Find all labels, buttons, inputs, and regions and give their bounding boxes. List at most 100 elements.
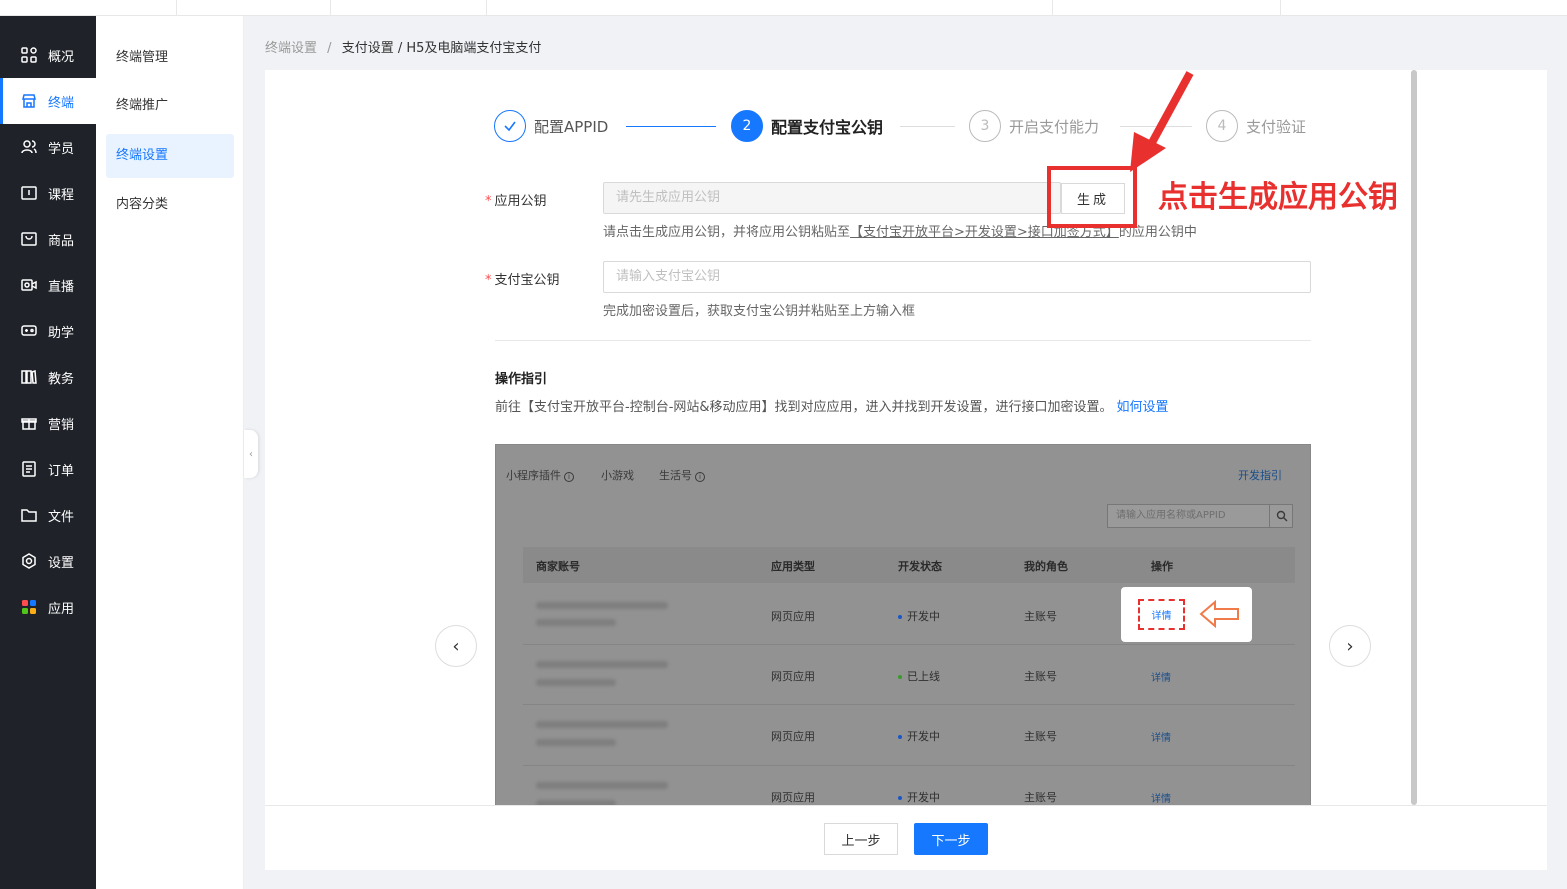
shot-search-input: 请输入应用名称或APPID	[1107, 504, 1293, 528]
subnav-item-terminal-manage[interactable]: 终端管理	[106, 36, 234, 80]
shot-tab: 小游戏	[601, 469, 634, 482]
step-label: 配置APPID	[534, 117, 609, 136]
nav-label: 商品	[48, 233, 75, 249]
subnav-item-content-category[interactable]: 内容分类	[106, 183, 234, 227]
guide-screenshot: 小程序插件 i 小游戏 生活号 i 开发指引 请输入应用名称或APPID 商家账号 …	[495, 444, 1311, 806]
step-number: 2	[731, 110, 763, 142]
nav-label: 文件	[48, 509, 75, 525]
nav-label: 直播	[48, 279, 75, 295]
shot-col: 我的角色	[1024, 560, 1068, 573]
shot-col: 开发状态	[898, 560, 942, 573]
nav-label: 终端	[48, 95, 75, 111]
footer-bar	[265, 805, 1547, 870]
live-icon	[20, 276, 38, 294]
folder-icon	[20, 506, 38, 524]
nav-item-terminal[interactable]: 终端	[0, 78, 96, 124]
nav-item-orders[interactable]: 订单	[0, 446, 96, 492]
shot-cell: 网页应用	[771, 670, 815, 683]
step-number: 3	[969, 110, 1001, 142]
blurred-account	[536, 679, 616, 686]
blurred-account	[536, 782, 668, 789]
shot-status: 开发中	[898, 789, 940, 805]
step-number: 4	[1206, 110, 1238, 142]
shot-col: 商家账号	[536, 560, 580, 573]
shot-status: 已上线	[898, 668, 940, 684]
help-icon: i	[695, 472, 705, 482]
app-key-input[interactable]: 请先生成应用公钥	[603, 182, 1061, 214]
shot-tab: 小程序插件 i	[506, 467, 574, 483]
blurred-account	[536, 619, 616, 626]
nav-item-apps[interactable]: 应用	[0, 584, 96, 630]
nav-item-settings[interactable]: 设置	[0, 538, 96, 584]
carousel-next-button[interactable]: ›	[1329, 625, 1371, 667]
breadcrumb-current: 支付设置 / H5及电脑端支付宝支付	[341, 41, 542, 56]
app-key-label: * 应用公钥	[485, 194, 547, 209]
shot-col: 操作	[1151, 560, 1173, 573]
main-sidebar: 概况 终端 学员 课程 商品 直播 助学 教务 营销 订单 文件 设置 应用	[0, 16, 96, 889]
course-icon	[20, 184, 38, 202]
prev-step-button[interactable]: 上一步	[824, 823, 898, 855]
nav-label: 助学	[48, 325, 75, 341]
check-icon	[494, 110, 526, 142]
help-icon: i	[564, 472, 574, 482]
subnav-item-terminal-settings[interactable]: 终端设置	[106, 134, 234, 178]
shot-detail-link: 详情	[1138, 599, 1185, 630]
chevron-left-icon: ‹	[249, 448, 253, 460]
nav-label: 设置	[48, 555, 75, 571]
how-to-set-link[interactable]: 如何设置	[1117, 400, 1169, 415]
shot-status: 开发中	[898, 608, 940, 624]
blurred-account	[536, 721, 668, 728]
nav-item-overview[interactable]: 概况	[0, 32, 96, 78]
nav-item-files[interactable]: 文件	[0, 492, 96, 538]
shot-detail-link: 详情	[1151, 794, 1171, 805]
step-connector	[626, 126, 716, 127]
apps-icon	[20, 598, 38, 616]
breadcrumb-item[interactable]: 终端设置	[265, 41, 317, 56]
breadcrumb-separator: /	[327, 41, 332, 56]
carousel-prev-button[interactable]: ‹	[435, 625, 477, 667]
nav-item-assist[interactable]: 助学	[0, 308, 96, 354]
nav-item-marketing[interactable]: 营销	[0, 400, 96, 446]
nav-label: 教务	[48, 371, 75, 387]
sub-sidebar: 终端管理 终端推广 终端设置 内容分类	[96, 16, 244, 889]
blurred-account	[536, 661, 668, 668]
step-connector	[900, 126, 955, 127]
shot-cell: 网页应用	[771, 730, 815, 743]
collapse-sidebar-button[interactable]: ‹	[244, 430, 258, 478]
shot-cell: 主账号	[1024, 791, 1057, 804]
chevron-right-icon: ›	[1346, 635, 1354, 657]
nav-item-courses[interactable]: 课程	[0, 170, 96, 216]
nav-item-academic[interactable]: 教务	[0, 354, 96, 400]
top-bar	[0, 0, 1567, 16]
alipay-key-input[interactable]: 请输入支付宝公钥	[603, 261, 1311, 293]
search-icon	[1269, 504, 1293, 528]
shot-detail-link: 详情	[1151, 673, 1171, 684]
gamepad-icon	[20, 322, 38, 340]
subnav-item-terminal-promote[interactable]: 终端推广	[106, 84, 234, 128]
scrollbar[interactable]	[1411, 70, 1417, 805]
step-3: 3 开启支付能力	[969, 109, 1099, 143]
order-icon	[20, 460, 38, 478]
shot-col: 应用类型	[771, 560, 815, 573]
blurred-account	[536, 602, 668, 609]
nav-label: 概况	[48, 49, 75, 65]
chevron-left-icon: ‹	[452, 635, 460, 657]
step-2: 2 配置支付宝公钥	[731, 109, 883, 143]
alipay-key-label: * 支付宝公钥	[485, 273, 560, 288]
nav-item-students[interactable]: 学员	[0, 124, 96, 170]
nav-item-products[interactable]: 商品	[0, 216, 96, 262]
nav-label: 学员	[48, 141, 75, 157]
guide-title: 操作指引	[495, 372, 548, 387]
books-icon	[20, 368, 38, 386]
shot-detail-link: 详情	[1151, 733, 1171, 744]
nav-item-live[interactable]: 直播	[0, 262, 96, 308]
nav-label: 订单	[48, 463, 75, 479]
shot-cell: 主账号	[1024, 730, 1057, 743]
grid-icon	[20, 46, 38, 64]
step-4: 4 支付验证	[1206, 109, 1306, 143]
shot-cell: 主账号	[1024, 610, 1057, 623]
blurred-account	[536, 739, 616, 746]
step-label: 支付验证	[1246, 117, 1307, 136]
gift-icon	[20, 414, 38, 432]
next-step-button[interactable]: 下一步	[914, 823, 988, 855]
